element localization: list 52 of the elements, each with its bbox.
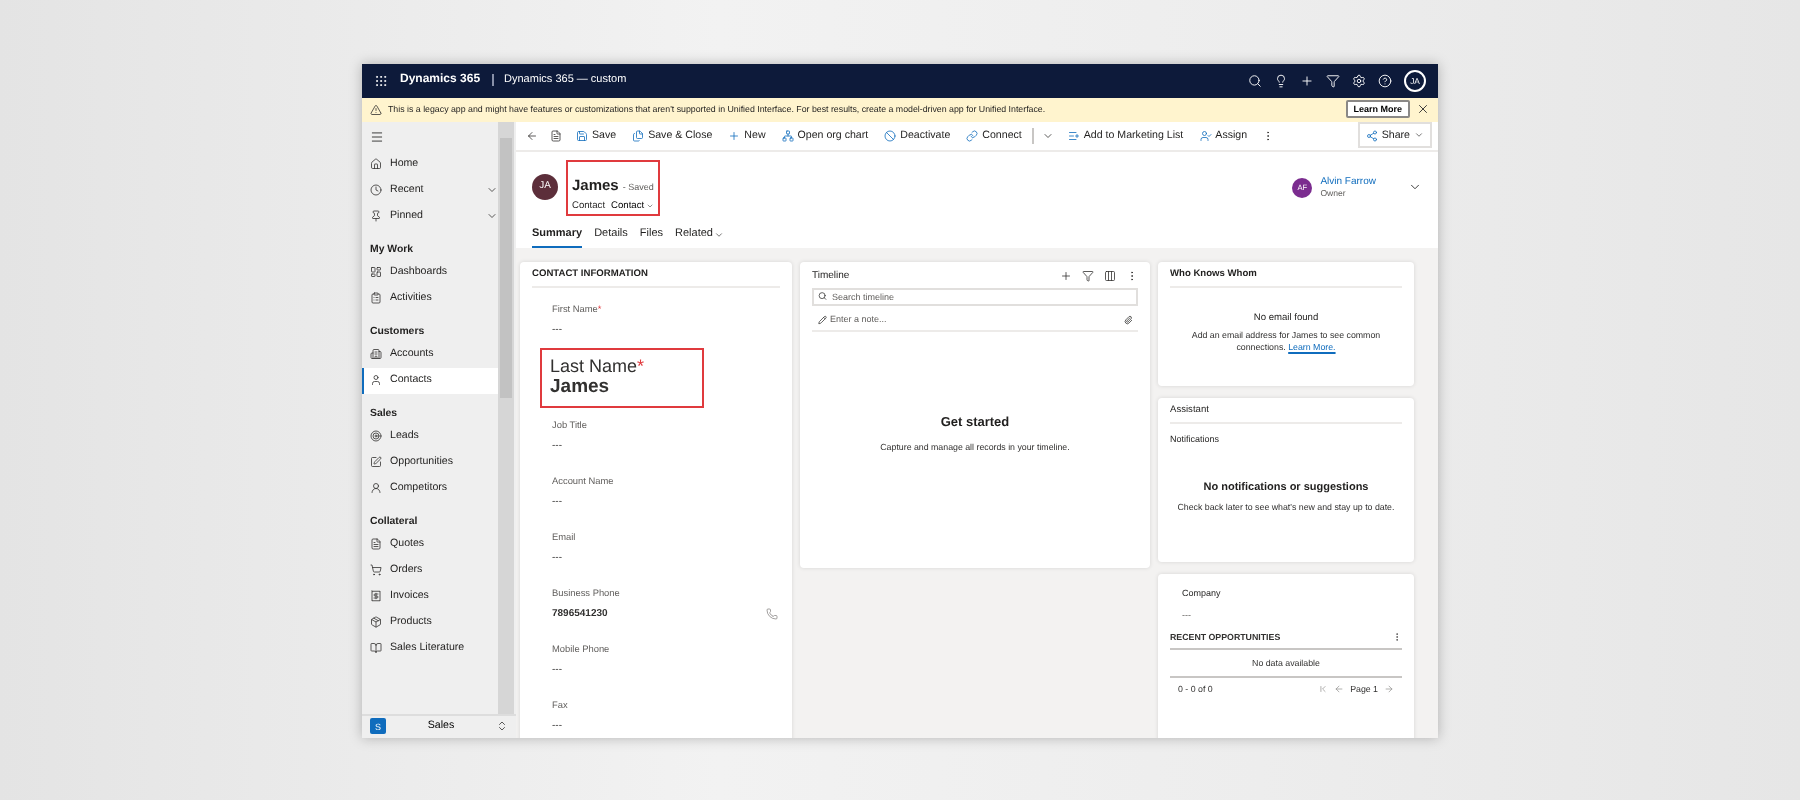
field-value[interactable]: James bbox=[550, 376, 610, 398]
arrow-left-icon bbox=[1334, 683, 1345, 693]
person-icon bbox=[370, 374, 382, 386]
filter-icon bbox=[1082, 269, 1094, 281]
target-icon bbox=[370, 430, 382, 442]
package-icon bbox=[370, 616, 382, 628]
search-icon bbox=[818, 291, 827, 301]
settings-icon bbox=[1352, 73, 1366, 87]
arrow-left-icon bbox=[526, 129, 538, 141]
receipt-icon bbox=[370, 590, 382, 602]
arrow-right-icon bbox=[1384, 683, 1394, 693]
book-icon bbox=[370, 642, 382, 654]
chevron-down-icon bbox=[714, 229, 725, 239]
filter-icon bbox=[1326, 73, 1340, 87]
ban-icon bbox=[884, 129, 897, 141]
first-page-icon bbox=[1318, 683, 1329, 693]
building-icon bbox=[370, 348, 382, 360]
clock-icon bbox=[370, 184, 382, 196]
document-icon bbox=[370, 538, 382, 550]
pin-icon bbox=[370, 210, 382, 222]
document-icon bbox=[550, 129, 562, 141]
warning-icon bbox=[370, 103, 382, 115]
plus-icon bbox=[1300, 73, 1314, 87]
org-chart-icon bbox=[781, 129, 794, 141]
phone-icon bbox=[766, 607, 778, 619]
list-add-icon bbox=[1067, 129, 1080, 141]
dashboard-icon bbox=[370, 266, 382, 278]
help-icon bbox=[1378, 73, 1392, 87]
field-label: Last Name* bbox=[550, 356, 647, 376]
scrollbar[interactable] bbox=[498, 121, 514, 713]
chevron-down-icon bbox=[1414, 130, 1424, 140]
paperclip-icon[interactable] bbox=[1123, 315, 1132, 325]
share-icon bbox=[1365, 129, 1378, 141]
person-check-icon bbox=[1199, 129, 1212, 141]
cart-icon bbox=[370, 564, 382, 576]
close-icon bbox=[1416, 102, 1430, 116]
documents-icon bbox=[632, 129, 645, 141]
search-icon bbox=[1248, 73, 1262, 87]
plus-icon bbox=[1060, 269, 1072, 281]
home-icon bbox=[370, 158, 382, 170]
chevron-down-icon bbox=[1041, 129, 1054, 141]
columns-icon bbox=[1104, 269, 1116, 281]
edit-document-icon bbox=[370, 456, 382, 468]
clipboard-icon bbox=[370, 292, 382, 304]
link-icon bbox=[966, 129, 979, 141]
chevron-down-icon bbox=[1408, 180, 1422, 194]
person-icon bbox=[370, 482, 382, 494]
lightbulb-icon bbox=[1274, 73, 1288, 87]
pencil-icon bbox=[818, 315, 827, 325]
menu-icon bbox=[370, 129, 384, 143]
plus-icon bbox=[728, 129, 741, 141]
save-icon bbox=[576, 129, 588, 141]
